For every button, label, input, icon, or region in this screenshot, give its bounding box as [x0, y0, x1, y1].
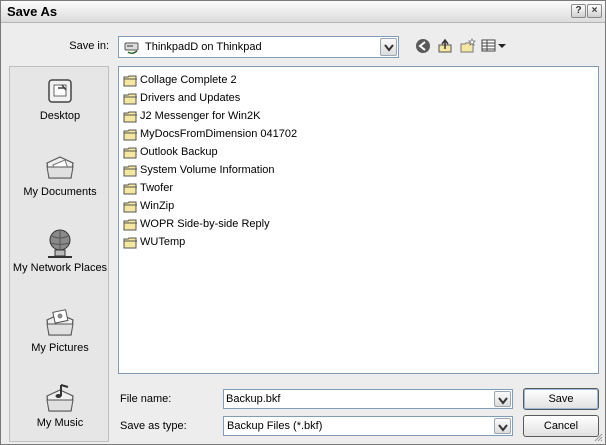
place-network[interactable]: My Network Places: [10, 227, 110, 275]
save-as-type-label: Save as type:: [120, 420, 187, 432]
folder-icon: [123, 219, 137, 231]
place-my-pictures[interactable]: My Pictures: [10, 307, 110, 355]
window-title: Save As: [7, 4, 58, 19]
place-label: My Network Places: [12, 262, 108, 274]
folder-icon: [123, 165, 137, 177]
file-name-combo[interactable]: [223, 389, 513, 409]
my-music-icon: [46, 384, 74, 412]
folder-icon: [123, 75, 137, 87]
place-label: My Documents: [23, 186, 97, 198]
save-button[interactable]: Save: [523, 388, 599, 410]
save-as-type-value: Backup Files (*.bkf): [227, 420, 323, 432]
resize-grip-icon[interactable]: [593, 432, 603, 442]
new-folder-icon[interactable]: [459, 38, 477, 54]
place-my-music[interactable]: My Music: [10, 382, 110, 430]
save-as-type-dropdown-button[interactable]: [494, 418, 511, 434]
folder-icon: [123, 129, 137, 141]
views-menu-icon[interactable]: [481, 38, 507, 54]
folder-name: WinZip: [140, 200, 175, 212]
place-desktop[interactable]: Desktop: [10, 77, 110, 123]
help-button[interactable]: ?: [571, 4, 586, 18]
save-in-value: ThinkpadD on Thinkpad: [145, 41, 262, 53]
folder-icon: [123, 201, 137, 213]
my-pictures-icon: [46, 309, 74, 336]
file-list[interactable]: Collage Complete 2 Drivers and Updates J…: [118, 66, 599, 374]
folder-icon: [123, 183, 137, 195]
folder-name: Outlook Backup: [140, 146, 218, 158]
chevron-down-icon: [498, 397, 508, 405]
up-folder-icon[interactable]: [437, 38, 453, 54]
chevron-down-icon: [384, 44, 394, 52]
back-icon[interactable]: [415, 38, 431, 54]
folder-name: Drivers and Updates: [140, 92, 241, 104]
my-documents-icon: [46, 156, 74, 179]
places-bar: Desktop My Documents My Network Places M…: [9, 66, 109, 442]
place-label: Desktop: [39, 110, 81, 122]
folder-name: System Volume Information: [140, 164, 275, 176]
chevron-down-icon: [498, 424, 508, 432]
folder-icon: [123, 111, 137, 123]
cancel-button[interactable]: Cancel: [523, 415, 599, 437]
folder-name: J2 Messenger for Win2K: [140, 110, 261, 122]
network-drive-icon: [124, 42, 139, 55]
save-in-label: Save in:: [69, 40, 109, 52]
folder-name: MyDocsFromDimension 041702: [140, 128, 298, 140]
place-label: My Music: [36, 417, 84, 429]
save-as-type-dropdown[interactable]: Backup Files (*.bkf): [223, 416, 513, 436]
folder-name: WUTemp: [140, 236, 186, 248]
save-in-dropdown[interactable]: ThinkpadD on Thinkpad: [118, 36, 399, 58]
save-as-dialog: Save As ? × Save in: ThinkpadD on Thinkp…: [0, 0, 606, 445]
close-button[interactable]: ×: [587, 4, 602, 18]
place-my-documents[interactable]: My Documents: [10, 151, 110, 199]
title-bar[interactable]: Save As ? ×: [1, 1, 605, 23]
network-places-icon: [48, 229, 72, 258]
save-in-dropdown-button[interactable]: [380, 38, 397, 56]
folder-name: Twofer: [140, 182, 174, 194]
folder-name: WOPR Side-by-side Reply: [140, 218, 270, 230]
folder-name: Collage Complete 2: [140, 74, 237, 86]
folder-icon: [123, 93, 137, 105]
folder-icon: [123, 237, 137, 249]
file-name-dropdown-button[interactable]: [494, 391, 511, 407]
desktop-icon: [48, 79, 72, 103]
file-name-label: File name:: [120, 393, 172, 405]
file-name-input[interactable]: [226, 392, 492, 406]
place-label: My Pictures: [31, 342, 89, 354]
folder-icon: [123, 147, 137, 159]
